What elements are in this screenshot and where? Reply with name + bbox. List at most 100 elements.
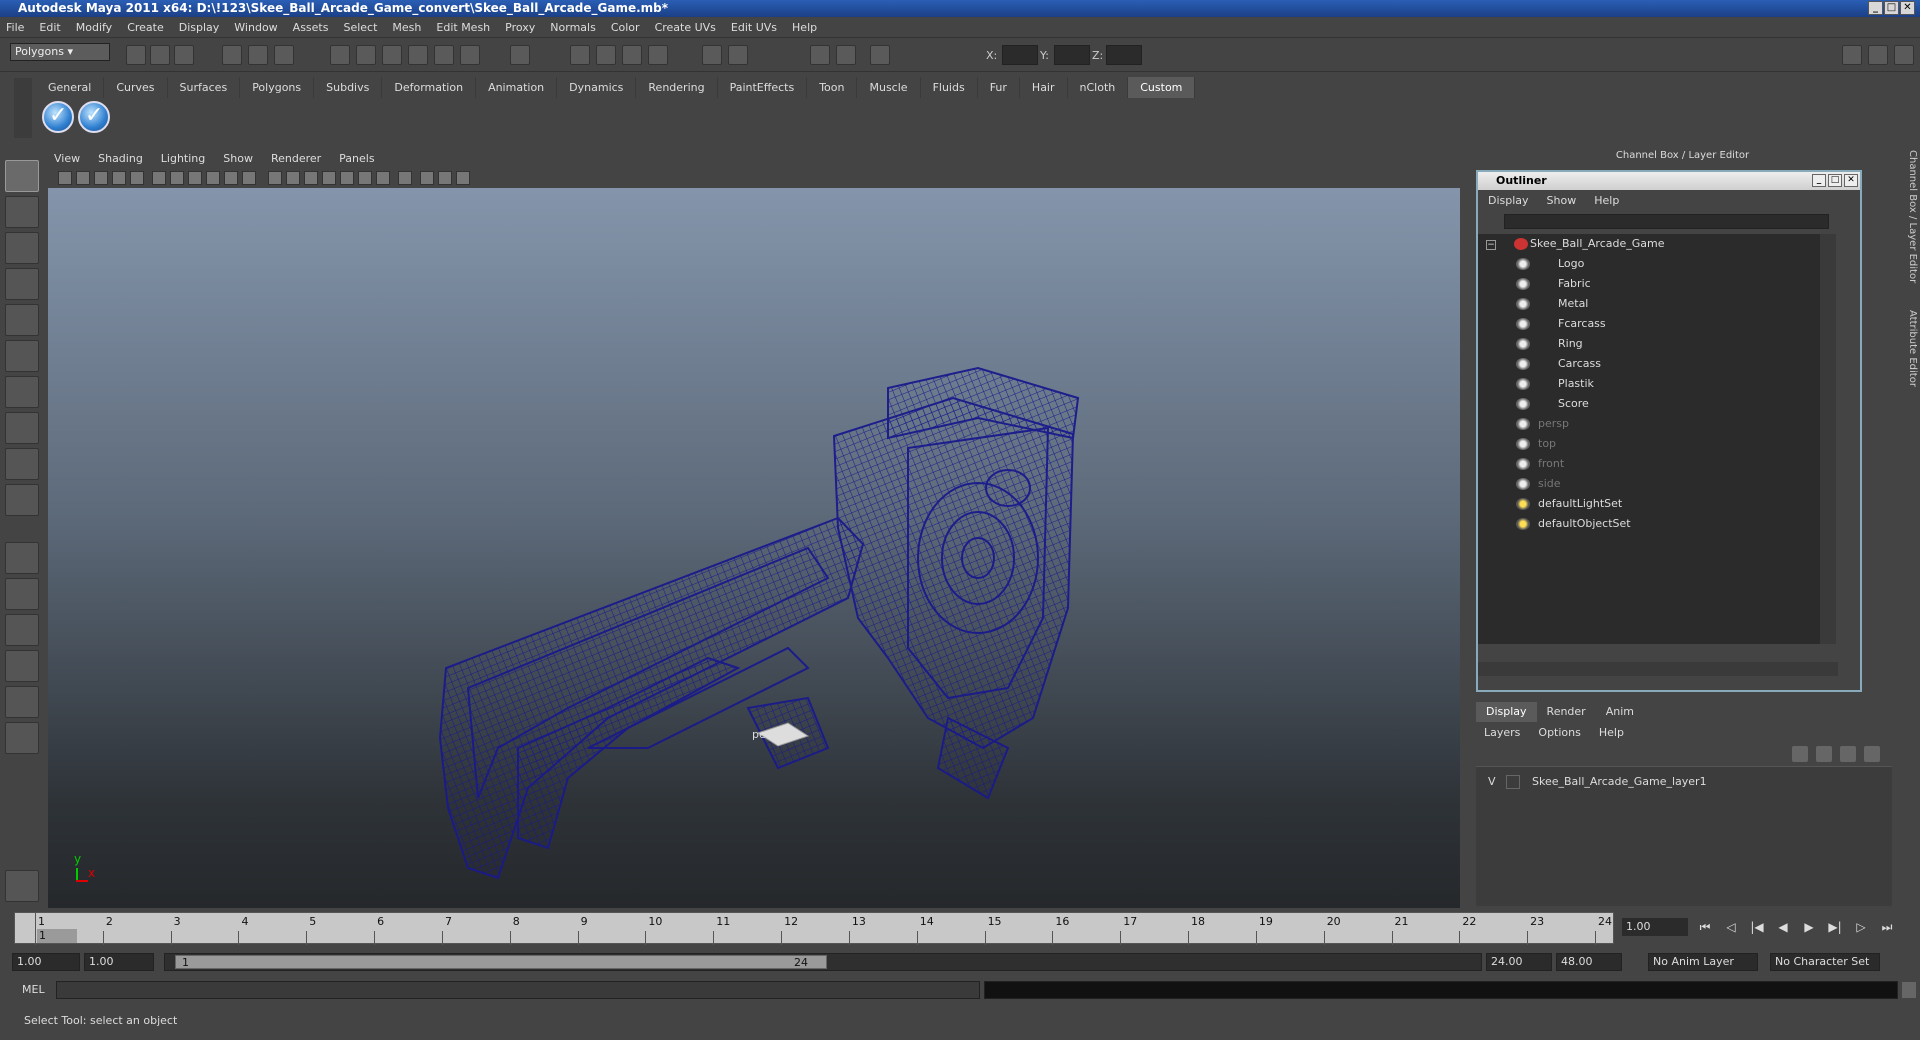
rotate-tool-icon[interactable] bbox=[5, 304, 39, 336]
outliner-item-score[interactable]: Score bbox=[1558, 396, 1589, 412]
shelf-tab-hair[interactable]: Hair bbox=[1020, 77, 1068, 98]
outliner-item-fcarcass[interactable]: Fcarcass bbox=[1558, 316, 1606, 332]
viewport-menu-shading[interactable]: Shading bbox=[98, 152, 143, 165]
move-layer-down-icon[interactable] bbox=[1816, 746, 1832, 762]
shelf-tab-curves[interactable]: Curves bbox=[104, 77, 168, 98]
character-set-dropdown[interactable]: No Character Set bbox=[1770, 953, 1880, 971]
hypershade-icon[interactable] bbox=[810, 45, 830, 65]
shelf-tab-general[interactable]: General bbox=[36, 77, 105, 98]
outliner-item-top[interactable]: top bbox=[1538, 436, 1556, 452]
lock-icon[interactable] bbox=[510, 45, 530, 65]
select-camera-icon[interactable] bbox=[58, 171, 72, 185]
isolate-select-icon[interactable] bbox=[398, 171, 412, 185]
render-view-icon[interactable] bbox=[570, 45, 590, 65]
menu-help[interactable]: Help bbox=[792, 21, 817, 34]
viewport-menu-panels[interactable]: Panels bbox=[339, 152, 374, 165]
menu-set-dropdown[interactable]: Polygons ▾ bbox=[10, 43, 110, 61]
open-scene-icon[interactable] bbox=[150, 45, 170, 65]
playback-end-field[interactable]: 24.00 bbox=[1486, 953, 1552, 971]
ipr-render-icon[interactable] bbox=[622, 45, 642, 65]
outliner-item-side[interactable]: side bbox=[1538, 476, 1561, 492]
menu-edit-mesh[interactable]: Edit Mesh bbox=[436, 21, 490, 34]
viewport-menu-show[interactable]: Show bbox=[223, 152, 253, 165]
menu-file[interactable]: File bbox=[6, 21, 24, 34]
menu-mesh[interactable]: Mesh bbox=[392, 21, 421, 34]
maximize-button[interactable]: □ bbox=[1884, 1, 1899, 15]
snap-live-icon[interactable] bbox=[434, 45, 454, 65]
outliner-maximize-button[interactable]: □ bbox=[1828, 174, 1842, 187]
outliner-item-default-light-set[interactable]: defaultLightSet bbox=[1538, 496, 1622, 512]
menu-create-uvs[interactable]: Create UVs bbox=[655, 21, 716, 34]
menu-proxy[interactable]: Proxy bbox=[505, 21, 535, 34]
menu-edit[interactable]: Edit bbox=[39, 21, 60, 34]
current-frame-marker[interactable]: 1 bbox=[37, 929, 77, 943]
anim-layer-dropdown[interactable]: No Anim Layer bbox=[1648, 953, 1758, 971]
wireframe-on-shaded-icon[interactable] bbox=[304, 171, 318, 185]
y-field[interactable] bbox=[1054, 45, 1090, 65]
playback-start-field[interactable]: 1.00 bbox=[84, 953, 154, 971]
minimize-button[interactable]: _ bbox=[1868, 1, 1883, 15]
outliner-item-front[interactable]: front bbox=[1538, 456, 1564, 472]
menu-normals[interactable]: Normals bbox=[550, 21, 596, 34]
outliner-minimize-button[interactable]: _ bbox=[1812, 174, 1826, 187]
menu-color[interactable]: Color bbox=[611, 21, 640, 34]
render-frame-icon[interactable] bbox=[596, 45, 616, 65]
shelf-tab-custom[interactable]: Custom bbox=[1128, 77, 1196, 98]
collapse-toggle[interactable]: − bbox=[1486, 240, 1496, 250]
menu-edit-uvs[interactable]: Edit UVs bbox=[731, 21, 777, 34]
outliner-item-fabric[interactable]: Fabric bbox=[1558, 276, 1591, 292]
gate-mask-icon[interactable] bbox=[188, 171, 202, 185]
move-tool-icon[interactable] bbox=[5, 268, 39, 300]
history-icon[interactable] bbox=[460, 45, 480, 65]
outliner-menu-show[interactable]: Show bbox=[1547, 194, 1577, 207]
camera-attributes-icon[interactable] bbox=[76, 171, 90, 185]
current-time-field[interactable]: 1.00 bbox=[1622, 918, 1688, 936]
select-tool-icon[interactable] bbox=[5, 160, 39, 192]
time-slider[interactable]: 1 2 3 4 5 6 7 8 9 10 11 12 13 14 15 16 17 18 19 20 21 22 23 24 1 bbox=[14, 912, 1614, 945]
shelf-tab-dynamics[interactable]: Dynamics bbox=[557, 77, 637, 98]
shelf-tab-toon[interactable]: Toon bbox=[807, 77, 858, 98]
viewport-menu-lighting[interactable]: Lighting bbox=[161, 152, 205, 165]
last-tool-icon[interactable] bbox=[5, 484, 39, 516]
shelf-menu-icon[interactable] bbox=[14, 78, 32, 138]
outliner-item-carcass[interactable]: Carcass bbox=[1558, 356, 1601, 372]
shelf-tab-rendering[interactable]: Rendering bbox=[636, 77, 718, 98]
safe-title-icon[interactable] bbox=[242, 171, 256, 185]
shelf-tab-surfaces[interactable]: Surfaces bbox=[168, 77, 241, 98]
input-line-mode-icon[interactable] bbox=[728, 45, 748, 65]
outliner-item-plastik[interactable]: Plastik bbox=[1558, 376, 1594, 392]
menu-assets[interactable]: Assets bbox=[293, 21, 329, 34]
layer-tab-anim[interactable]: Anim bbox=[1596, 702, 1644, 722]
smooth-shade-icon[interactable] bbox=[286, 171, 300, 185]
toggle-tool-settings-icon[interactable] bbox=[1868, 45, 1888, 65]
input-line-icon[interactable] bbox=[702, 45, 722, 65]
close-button[interactable]: ✕ bbox=[1900, 1, 1915, 15]
outliner-horizontal-scrollbar[interactable] bbox=[1478, 662, 1838, 676]
layer-menu-layers[interactable]: Layers bbox=[1484, 726, 1520, 739]
textured-icon[interactable] bbox=[322, 171, 336, 185]
layer-row[interactable]: V Skee_Ball_Arcade_Game_layer1 bbox=[1476, 773, 1892, 791]
menu-window[interactable]: Window bbox=[234, 21, 277, 34]
outliner-vertical-scrollbar[interactable] bbox=[1820, 234, 1836, 644]
perspective-viewport[interactable]: persp y x bbox=[48, 188, 1460, 908]
layer-tab-render[interactable]: Render bbox=[1537, 702, 1596, 722]
xray-icon[interactable] bbox=[376, 171, 390, 185]
snap-plane-icon[interactable] bbox=[408, 45, 428, 65]
layer-tab-display[interactable]: Display bbox=[1476, 702, 1537, 722]
shelf-tab-deformation[interactable]: Deformation bbox=[382, 77, 477, 98]
layer-visibility-toggle[interactable]: V bbox=[1488, 775, 1496, 788]
hypershade-persp-layout-icon[interactable] bbox=[5, 686, 39, 718]
play-backward-icon[interactable]: ◀ bbox=[1774, 920, 1792, 936]
select-hierarchy-icon[interactable] bbox=[222, 45, 242, 65]
outliner-item-ring[interactable]: Ring bbox=[1558, 336, 1583, 352]
shelf-tab-subdivs[interactable]: Subdivs bbox=[314, 77, 383, 98]
wireframe-icon[interactable] bbox=[268, 171, 282, 185]
single-perspective-layout-icon[interactable] bbox=[5, 542, 39, 574]
show-manipulator-icon[interactable] bbox=[5, 448, 39, 480]
command-language-label[interactable]: MEL bbox=[8, 981, 48, 999]
z-field[interactable] bbox=[1106, 45, 1142, 65]
menu-modify[interactable]: Modify bbox=[76, 21, 112, 34]
script-editor-icon[interactable] bbox=[1902, 982, 1916, 998]
render-settings-icon[interactable] bbox=[648, 45, 668, 65]
viewport-menu-view[interactable]: View bbox=[54, 152, 80, 165]
